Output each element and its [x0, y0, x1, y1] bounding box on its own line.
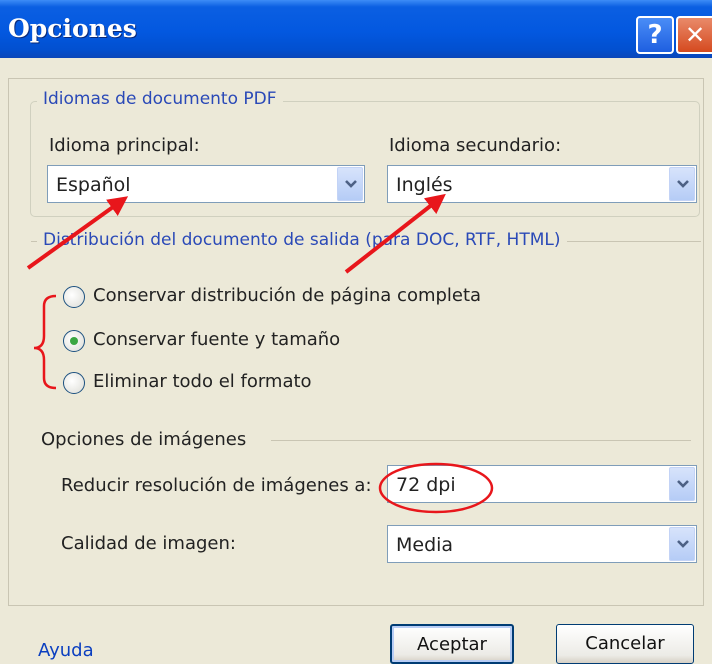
primary-language-select[interactable]: Español [47, 165, 365, 203]
question-icon: ? [647, 20, 663, 50]
dialog-title: Opciones [8, 14, 137, 43]
secondary-language-value: Inglés [396, 174, 453, 196]
help-button[interactable]: ? [636, 16, 674, 54]
secondary-language-select[interactable]: Inglés [387, 165, 697, 203]
title-bar: Opciones ? ✕ [0, 0, 712, 58]
primary-language-label: Idioma principal: [49, 135, 200, 156]
layout-legend: Distribución del documento de salida (pa… [37, 230, 567, 250]
close-button[interactable]: ✕ [676, 16, 712, 54]
chevron-down-icon[interactable] [337, 167, 363, 201]
primary-language-value: Español [56, 174, 131, 196]
radio-label: Eliminar todo el formato [93, 371, 312, 392]
resolution-label: Reducir resolución de imágenes a: [61, 475, 372, 496]
radio-button-selected[interactable] [63, 330, 85, 352]
quality-label: Calidad de imagen: [61, 533, 236, 554]
help-link[interactable]: Ayuda [38, 640, 94, 661]
resolution-select[interactable]: 72 dpi [387, 465, 697, 503]
quality-select[interactable]: Media [387, 525, 697, 563]
dialog-body: Idiomas de documento PDF Idioma principa… [8, 78, 704, 606]
cancel-button[interactable]: Cancelar [556, 624, 694, 664]
radio-button[interactable] [63, 372, 85, 394]
close-icon: ✕ [684, 21, 706, 49]
radio-label: Conservar fuente y tamaño [93, 329, 341, 350]
quality-value: Media [396, 534, 454, 556]
radio-button[interactable] [63, 286, 85, 308]
radio-label: Conservar distribución de página complet… [93, 285, 482, 306]
chevron-down-icon[interactable] [669, 527, 695, 561]
resolution-value: 72 dpi [396, 474, 456, 496]
chevron-down-icon[interactable] [669, 167, 695, 201]
chevron-down-icon[interactable] [669, 467, 695, 501]
pdf-languages-legend: Idiomas de documento PDF [37, 89, 283, 109]
radio-dot [70, 337, 78, 345]
secondary-language-label: Idioma secundario: [389, 135, 562, 156]
image-options-legend: Opciones de imágenes [41, 429, 247, 450]
image-options-line [271, 440, 691, 441]
ok-button[interactable]: Aceptar [390, 624, 514, 664]
